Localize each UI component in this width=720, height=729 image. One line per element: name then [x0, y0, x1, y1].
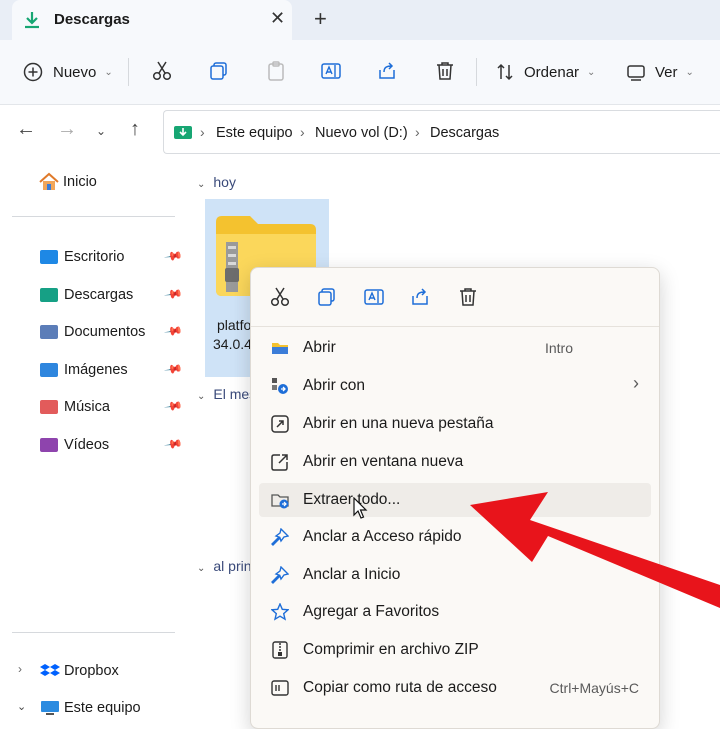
annotation-arrow [470, 492, 720, 608]
